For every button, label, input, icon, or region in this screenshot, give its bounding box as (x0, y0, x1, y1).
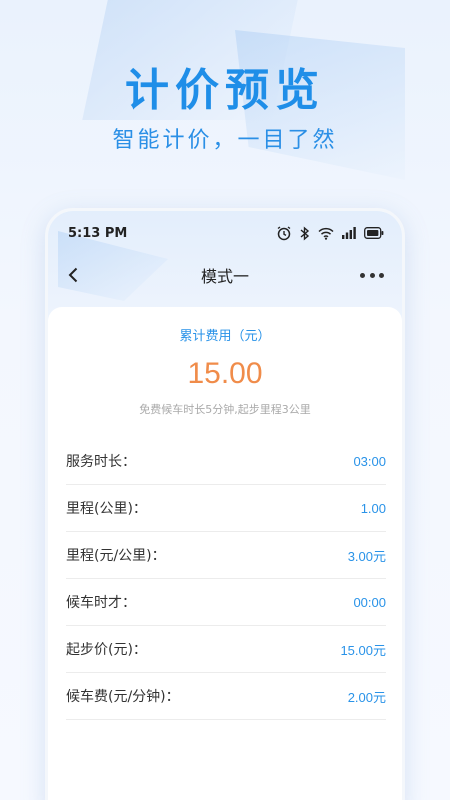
list-item: 候车费(元/分钟)： 2.00元 (66, 673, 386, 720)
wifi-icon (318, 227, 334, 240)
nav-title: 模式一 (200, 267, 249, 286)
list-item: 服务时长： 03:00 (66, 438, 386, 485)
list-item: 候车时才： 00:00 (66, 579, 386, 626)
phone-mockup: 5:13 PM 模式一 累计费用（元） 15.00 免费候车时长5分钟,起步里程… (45, 208, 405, 800)
row-label: 里程(公里)： (66, 501, 147, 517)
row-value: 00:00 (353, 594, 386, 610)
row-value: 15.00元 (340, 642, 386, 658)
fee-label: 累计费用（元） (179, 329, 271, 344)
row-value: 2.00元 (347, 689, 386, 705)
alarm-icon (276, 225, 292, 241)
row-label: 服务时长： (66, 454, 136, 470)
row-label: 里程(元/公里)： (66, 548, 166, 564)
row-label: 候车费(元/分钟)： (66, 689, 180, 705)
fee-note: 免费候车时长5分钟,起步里程3公里 (139, 403, 311, 416)
row-value: 03:00 (353, 453, 386, 469)
status-time: 5:13 PM (68, 225, 128, 241)
fee-amount: 15.00 (187, 357, 263, 390)
fee-detail-list: 服务时长： 03:00 里程(公里)： 1.00 里程(元/公里)： 3.00元… (66, 438, 386, 720)
nav-bar: 模式一 (48, 255, 402, 295)
list-item: 起步价(元)： 15.00元 (66, 626, 386, 673)
list-item: 里程(公里)： 1.00 (66, 485, 386, 532)
status-icons (276, 225, 384, 241)
row-value: 3.00元 (347, 548, 386, 564)
signal-icon (342, 227, 356, 239)
status-bar: 5:13 PM (48, 211, 402, 255)
more-dots-icon[interactable] (360, 265, 384, 285)
page-headline: 计价预览 (125, 65, 325, 116)
page-subheadline: 智能计价，一目了然 (112, 128, 338, 153)
list-item: 里程(元/公里)： 3.00元 (66, 532, 386, 579)
battery-icon (364, 227, 384, 239)
fee-card: 累计费用（元） 15.00 免费候车时长5分钟,起步里程3公里 服务时长： 03… (48, 307, 402, 800)
row-value: 1.00 (360, 500, 386, 516)
row-label: 候车时才： (66, 595, 136, 611)
bluetooth-icon (300, 225, 310, 241)
chevron-left-icon[interactable] (64, 265, 84, 285)
row-label: 起步价(元)： (66, 642, 147, 658)
